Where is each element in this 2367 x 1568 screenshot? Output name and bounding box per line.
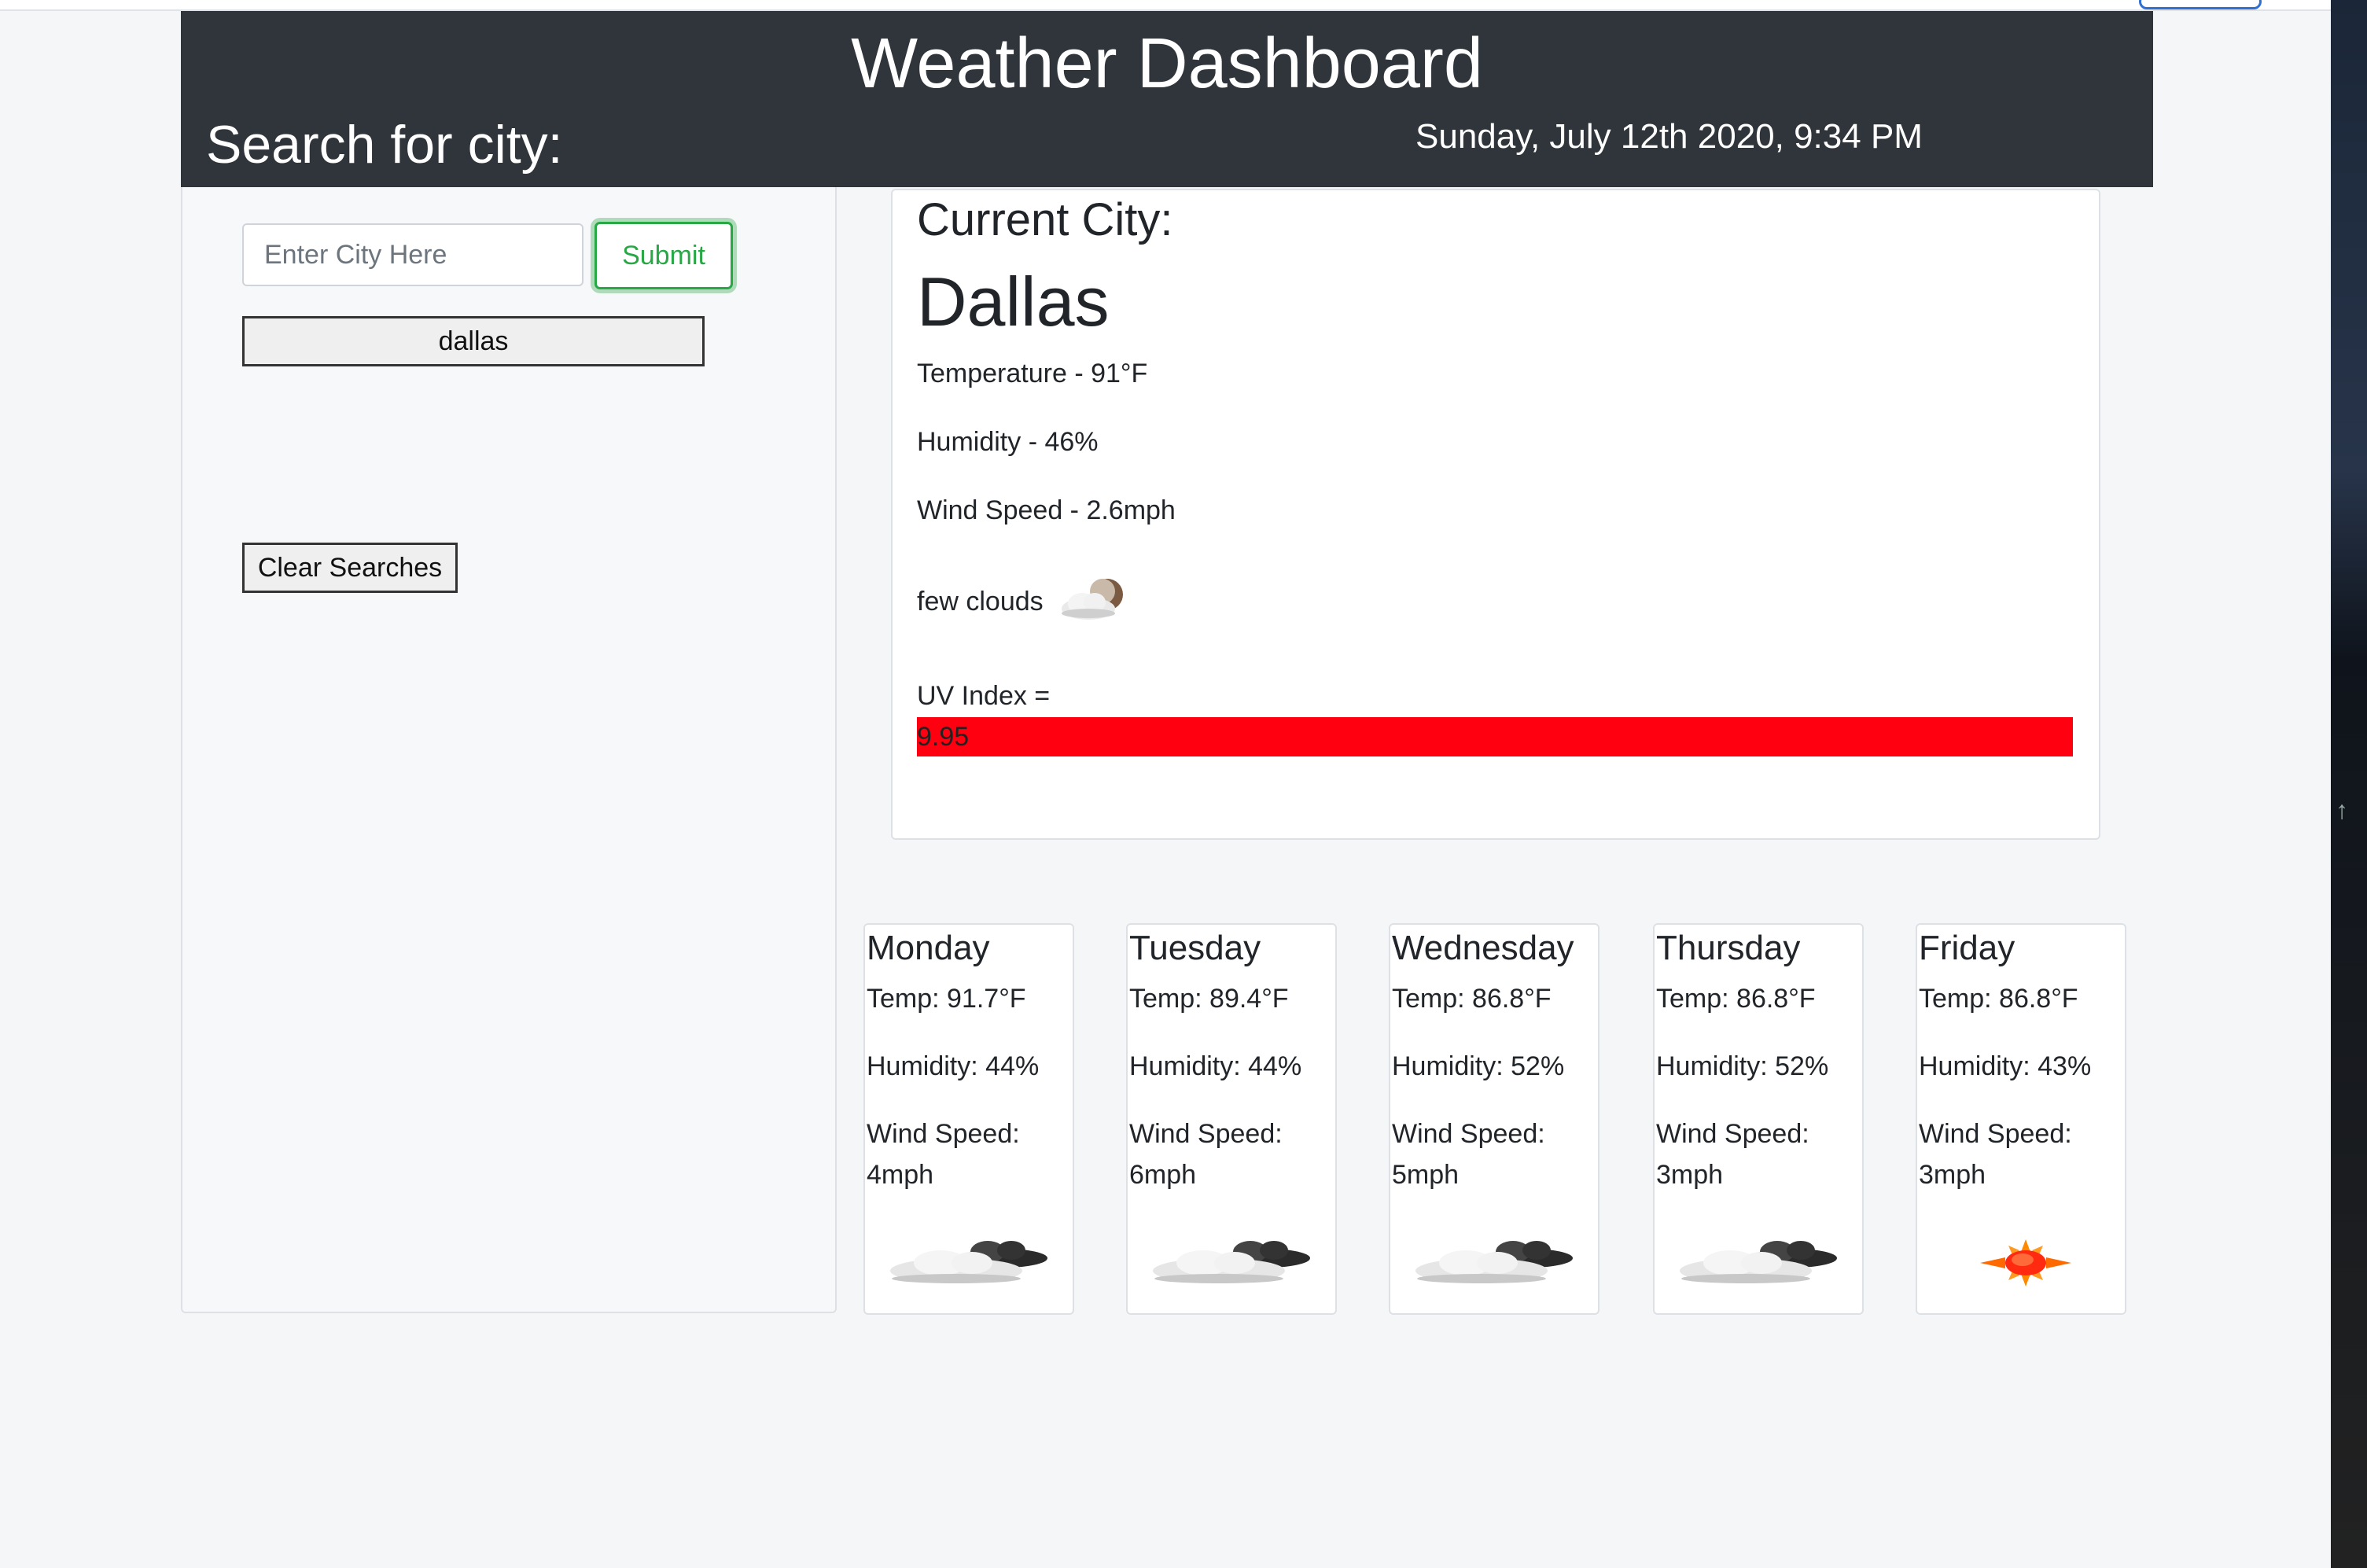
clear-searches-button[interactable]: Clear Searches <box>242 543 458 593</box>
broken-clouds-icon <box>1153 1241 1310 1283</box>
submit-button[interactable]: Submit <box>595 222 733 289</box>
current-datetime: Sunday, July 12th 2020, 9:34 PM <box>1415 117 1923 156</box>
forecast-humidity: Humidity: 44% <box>1129 1051 1302 1081</box>
forecast-temp: Temp: 89.4°F <box>1129 984 1289 1014</box>
forecast-card-monday: Monday Temp: 91.7°F Humidity: 44% Wind S… <box>863 923 1074 1315</box>
dashboard-header: Weather Dashboard Search for city: Sunda… <box>181 11 2153 187</box>
forecast-wind: Wind Speed: 3mph <box>1656 1119 1809 1190</box>
forecast-humidity: Humidity: 52% <box>1656 1051 1829 1081</box>
broken-clouds-icon <box>1415 1241 1573 1283</box>
forecast-humidity: Humidity: 43% <box>1919 1051 2092 1081</box>
forecast-temp: Temp: 86.8°F <box>1392 984 1552 1014</box>
forecast-wind: Wind Speed: 6mph <box>1129 1119 1283 1190</box>
city-search-input[interactable] <box>242 223 583 286</box>
forecast-card-friday: Friday Temp: 86.8°F Humidity: 43% Wind S… <box>1916 923 2126 1315</box>
current-city-name: Dallas <box>917 263 1110 340</box>
forecast-wind: Wind Speed: 3mph <box>1919 1119 2072 1190</box>
forecast-wind: Wind Speed: 5mph <box>1392 1119 1545 1190</box>
forecast-day: Monday <box>867 929 990 967</box>
forecast-temp: Temp: 91.7°F <box>867 984 1026 1014</box>
desktop-background-edge <box>2331 0 2367 1568</box>
browser-top-strip <box>0 0 2331 11</box>
broken-clouds-icon <box>890 1241 1047 1283</box>
clear-sky-sun-icon <box>1980 1239 2071 1286</box>
forecast-day: Tuesday <box>1129 929 1261 967</box>
search-history-item[interactable]: dallas <box>242 316 705 366</box>
scroll-up-arrow-icon[interactable]: ↑ <box>2336 796 2348 825</box>
current-wind-speed: Wind Speed - 2.6mph <box>917 495 1176 525</box>
current-temperature: Temperature - 91°F <box>917 359 1148 388</box>
forecast-card-thursday: Thursday Temp: 86.8°F Humidity: 52% Wind… <box>1653 923 1864 1315</box>
forecast-wind: Wind Speed: 4mph <box>867 1119 1020 1190</box>
forecast-card-tuesday: Tuesday Temp: 89.4°F Humidity: 44% Wind … <box>1126 923 1337 1315</box>
forecast-card-wednesday: Wednesday Temp: 86.8°F Humidity: 52% Win… <box>1389 923 1599 1315</box>
broken-clouds-icon <box>1680 1241 1837 1283</box>
current-humidity: Humidity - 46% <box>917 427 1099 457</box>
forecast-day: Friday <box>1919 929 2015 967</box>
forecast-temp: Temp: 86.8°F <box>1919 984 2078 1014</box>
current-city-label: Current City: <box>917 194 1173 245</box>
browser-top-button[interactable] <box>2139 0 2262 9</box>
page-title: Weather Dashboard <box>851 24 1483 103</box>
forecast-humidity: Humidity: 52% <box>1392 1051 1565 1081</box>
uv-index-severity-bar <box>917 717 2073 756</box>
few-clouds-night-icon <box>1062 579 1123 620</box>
current-weather-description: few clouds <box>917 587 1044 617</box>
forecast-temp: Temp: 86.8°F <box>1656 984 1816 1014</box>
forecast-day: Wednesday <box>1392 929 1574 967</box>
forecast-humidity: Humidity: 44% <box>867 1051 1040 1081</box>
uv-index-value: 9.95 <box>917 722 970 752</box>
search-section-title: Search for city: <box>206 115 563 175</box>
uv-index-label: UV Index = <box>917 681 1051 711</box>
forecast-day: Thursday <box>1656 929 1801 967</box>
